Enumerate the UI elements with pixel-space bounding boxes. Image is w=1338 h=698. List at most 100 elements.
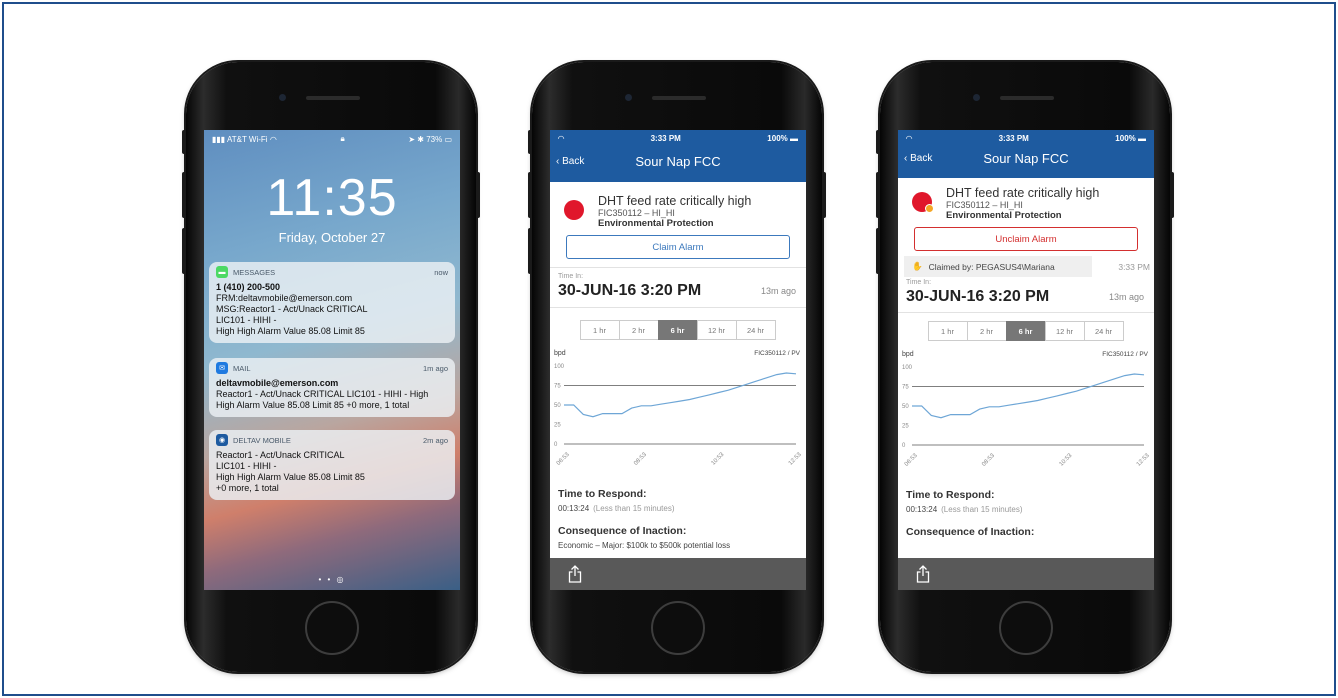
front-camera — [279, 94, 286, 101]
time-in-section: Time In: 30-JUN-16 3:20 PM 13m ago — [906, 279, 1144, 305]
y-tick-label: 100 — [902, 365, 913, 371]
alarm-detail-screen: ◠ 3:33 PM 100% ▬ ‹ Back Sour Nap FCC DHT f… — [550, 130, 806, 590]
carrier-label: AT&T Wi-Fi — [227, 134, 268, 144]
power-button — [476, 172, 480, 218]
y-axis-label: bpd — [902, 351, 914, 358]
signal-icon: ▮▮▮ — [212, 134, 227, 144]
home-button[interactable] — [651, 601, 705, 655]
range-6hr[interactable]: 6 hr — [657, 320, 698, 340]
phone-alarm-claimed: ◠ 3:33 PM 100% ▬ ‹ Back Sour Nap FCC DHT f… — [876, 62, 1174, 672]
status-bar: ▮▮▮ AT&T Wi-Fi ◠ 🔒︎ ➤ ✱ 73% ▭ — [204, 130, 460, 148]
divider — [898, 312, 1154, 313]
earpiece-speaker — [306, 96, 360, 100]
critical-alarm-icon — [564, 200, 584, 220]
front-camera — [625, 94, 632, 101]
volume-down-button — [182, 228, 186, 274]
wifi-icon: ◠ — [558, 133, 565, 143]
x-tick-label: 06:53 — [904, 452, 919, 467]
home-button[interactable] — [999, 601, 1053, 655]
critical-alarm-claimed-icon — [912, 192, 934, 213]
x-tick-label: 06:53 — [556, 451, 571, 466]
series-line — [912, 373, 1145, 419]
earpiece-speaker — [1000, 96, 1054, 100]
alarm-tag: FIC350112 – HI_HI — [598, 208, 675, 218]
alarm-title: DHT feed rate critically high — [946, 186, 1100, 200]
claimed-badge-icon — [925, 204, 934, 213]
range-1hr[interactable]: 1 hr — [579, 320, 620, 340]
consequence-section: Consequence of Inaction: Economic – Majo… — [558, 525, 731, 550]
y-tick-label: 75 — [554, 384, 561, 390]
y-axis-label: bpd — [554, 350, 566, 357]
power-button — [1170, 172, 1174, 218]
mute-switch — [528, 130, 532, 154]
battery-percent: 73% — [426, 134, 443, 144]
trend-chart-svg: bpd FIC350112 / PV 0 25 50 75 100 06:53 08:53 10:… — [554, 350, 803, 467]
volume-down-button — [876, 228, 880, 274]
notification-deltav-mobile[interactable]: ◉ DELTAV MOBILE 2m ago Reactor1 - Act/Unac… — [209, 430, 455, 500]
hand-icon: ✋ — [912, 261, 923, 271]
home-button[interactable] — [305, 601, 359, 655]
range-1hr[interactable]: 1 hr — [927, 321, 968, 341]
respond-section: Time to Respond: 00:13:24 (Less than 15 m… — [558, 488, 675, 513]
bottom-toolbar — [550, 558, 806, 590]
alarm-title: DHT feed rate critically high — [598, 194, 752, 208]
alarm-header: DHT feed rate critically high FIC350112 … — [898, 178, 1154, 221]
volume-up-button — [528, 172, 532, 218]
x-tick-label: 10:53 — [711, 451, 726, 466]
x-tick-label: 12:53 — [788, 451, 803, 466]
range-12hr[interactable]: 12 hr — [696, 320, 737, 340]
consequence-section: Consequence of Inaction: — [906, 526, 1035, 538]
alarm-header: DHT feed rate critically high FIC350112 … — [550, 182, 806, 229]
wifi-icon: ◠ — [267, 134, 277, 144]
range-selector: 1 hr 2 hr 6 hr 12 hr 24 hr — [898, 321, 1154, 341]
lock-date: Friday, October 27 — [278, 230, 386, 245]
series-label: FIC350112 / PV — [754, 350, 800, 357]
phone-alarm-unclaimed: ◠ 3:33 PM 100% ▬ ‹ Back Sour Nap FCC DHT f… — [528, 62, 826, 672]
share-icon[interactable] — [568, 565, 582, 583]
battery-percent: 100% — [1115, 133, 1136, 143]
front-camera — [973, 94, 980, 101]
series-line — [564, 372, 797, 418]
y-tick-label: 0 — [554, 442, 558, 448]
trend-chart: bpd FIC350112 / PV 0 25 50 75 100 06:53 08:53 10:… — [898, 347, 1154, 477]
notification-mail[interactable]: ✉ MAIL 1m ago deltavmobile@emerson.com Rea… — [209, 358, 455, 417]
battery-icon: ▬ — [787, 133, 798, 143]
range-24hr[interactable]: 24 hr — [735, 320, 776, 340]
unclaim-alarm-button[interactable]: Unclaim Alarm — [914, 227, 1138, 251]
y-tick-label: 25 — [902, 424, 909, 430]
claim-alarm-button[interactable]: Claim Alarm — [566, 235, 790, 259]
divider — [550, 307, 806, 308]
lock-icon: 🔒︎ — [340, 134, 345, 143]
share-icon[interactable] — [916, 565, 930, 583]
nav-bar: ◠ 3:33 PM 100% ▬ ‹ Back Sour Nap FCC — [550, 130, 806, 182]
deltav-app-icon: ◉ — [216, 434, 228, 446]
battery-icon: ▬ — [1135, 133, 1146, 143]
alarm-category: Environmental Protection — [598, 218, 714, 229]
claimed-by-row: ✋ Claimed by: PEGASUS4\Mariana 3:33 PM — [904, 256, 1150, 277]
x-tick-label: 08:53 — [981, 452, 996, 467]
lock-time: 11:35 — [266, 169, 398, 227]
range-2hr[interactable]: 2 hr — [618, 320, 659, 340]
trend-chart-svg: bpd FIC350112 / PV 0 25 50 75 100 06:53 08:53 10:… — [902, 351, 1151, 468]
range-6hr[interactable]: 6 hr — [1005, 321, 1046, 341]
x-tick-label: 12:53 — [1136, 452, 1151, 467]
nav-title: Sour Nap FCC — [635, 154, 721, 169]
time-in-section: Time In: 30-JUN-16 3:20 PM 13m ago — [558, 273, 796, 299]
range-2hr[interactable]: 2 hr — [966, 321, 1007, 341]
messages-app-icon: ▬ — [216, 266, 228, 278]
respond-section: Time to Respond: 00:13:24 (Less than 15 m… — [906, 489, 1023, 514]
range-24hr[interactable]: 24 hr — [1083, 321, 1124, 341]
bottom-toolbar — [898, 558, 1154, 590]
alarm-detail-screen-claimed: ◠ 3:33 PM 100% ▬ ‹ Back Sour Nap FCC DHT f… — [898, 130, 1154, 590]
volume-up-button — [182, 172, 186, 218]
range-12hr[interactable]: 12 hr — [1044, 321, 1085, 341]
status-time: 3:33 PM — [650, 133, 681, 143]
time-ago: 13m ago — [760, 286, 796, 296]
y-tick-label: 100 — [554, 364, 565, 370]
time-ago: 13m ago — [1108, 292, 1144, 302]
phone-lock-screen: ▮▮▮ AT&T Wi-Fi ◠ 🔒︎ ➤ ✱ 73% ▭ 11:35 Frid… — [182, 62, 480, 672]
wifi-icon: ◠ — [906, 133, 913, 143]
alarm-tag: FIC350112 – HI_HI — [946, 200, 1023, 210]
notification-messages[interactable]: ▬ MESSAGES now 1 (410) 200-500 FRM:deltavm… — [209, 262, 455, 343]
y-tick-label: 75 — [902, 385, 909, 391]
